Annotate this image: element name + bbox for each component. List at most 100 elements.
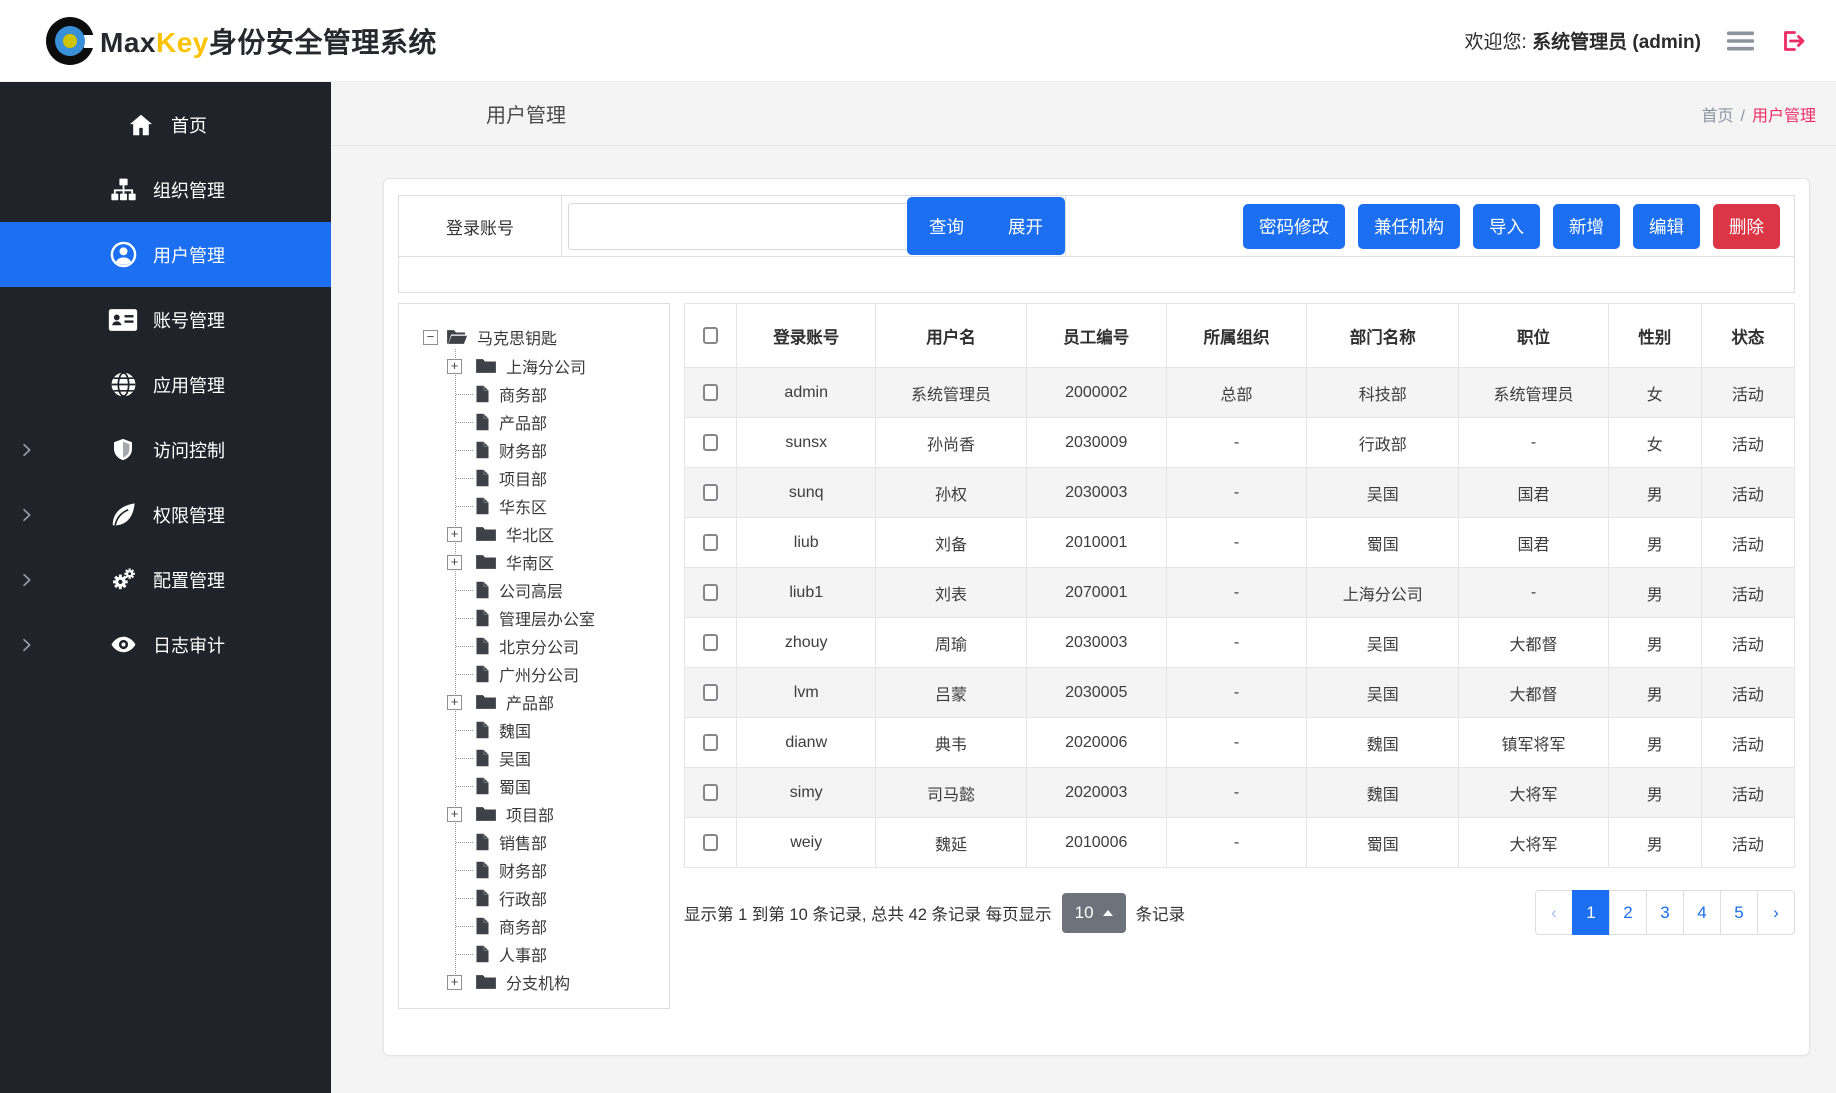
- breadcrumb-home[interactable]: 首页: [1702, 108, 1734, 125]
- tree-node-label: 蜀国: [499, 774, 531, 798]
- brand: MaxKey身份安全管理系统: [46, 17, 437, 65]
- sidebar-item-org[interactable]: 组织管理: [0, 157, 331, 222]
- sidebar-item-home[interactable]: 首页: [0, 92, 331, 157]
- table-cell: -: [1166, 568, 1306, 618]
- tree-node[interactable]: 魏国: [403, 716, 665, 744]
- action-button-编辑[interactable]: 编辑: [1633, 204, 1700, 249]
- page-button-5[interactable]: 5: [1720, 890, 1758, 935]
- expand-toggle-icon[interactable]: +: [447, 527, 462, 542]
- table-cell: 典韦: [876, 718, 1026, 768]
- query-button[interactable]: 查询: [907, 197, 986, 255]
- tree-node[interactable]: 产品部: [403, 408, 665, 436]
- table-cell: 男: [1608, 768, 1701, 818]
- tree-root-node[interactable]: −马克思钥匙: [403, 322, 665, 352]
- tree-node[interactable]: 项目部: [403, 464, 665, 492]
- tree-node[interactable]: 吴国: [403, 744, 665, 772]
- row-checkbox[interactable]: [703, 734, 718, 751]
- action-button-密码修改[interactable]: 密码修改: [1243, 204, 1345, 249]
- row-checkbox[interactable]: [703, 834, 718, 851]
- sidebar-item-perm[interactable]: 权限管理: [0, 482, 331, 547]
- search-input[interactable]: [568, 203, 908, 250]
- breadcrumb-current[interactable]: 用户管理: [1752, 108, 1816, 125]
- action-button-新增[interactable]: 新增: [1553, 204, 1620, 249]
- tree-node[interactable]: 行政部: [403, 884, 665, 912]
- table-cell: 活动: [1701, 768, 1794, 818]
- breadcrumb: 首页/用户管理: [1702, 102, 1816, 126]
- logout-icon[interactable]: [1780, 29, 1806, 53]
- tree-node[interactable]: 管理层办公室: [403, 604, 665, 632]
- sidebar-item-access[interactable]: 访问控制: [0, 417, 331, 482]
- page-button-1[interactable]: 1: [1572, 890, 1610, 935]
- tree-node[interactable]: 商务部: [403, 380, 665, 408]
- table-cell: 行政部: [1307, 418, 1459, 468]
- table-row[interactable]: simy司马懿2020003-魏国大将军男活动: [685, 768, 1795, 818]
- expand-toggle-icon[interactable]: +: [447, 975, 462, 990]
- row-checkbox[interactable]: [703, 384, 718, 401]
- tree-node[interactable]: 财务部: [403, 856, 665, 884]
- sidebar-item-app[interactable]: 应用管理: [0, 352, 331, 417]
- table-row[interactable]: weiy魏延2010006-蜀国大将军男活动: [685, 818, 1795, 868]
- sidebar-item-account[interactable]: 账号管理: [0, 287, 331, 352]
- expand-toggle-icon[interactable]: +: [447, 807, 462, 822]
- tree-node[interactable]: +项目部: [403, 800, 665, 828]
- tree-node[interactable]: 财务部: [403, 436, 665, 464]
- page-size-dropdown[interactable]: 10: [1062, 893, 1126, 933]
- page-button-3[interactable]: 3: [1646, 890, 1684, 935]
- next-page-button[interactable]: ›: [1757, 890, 1795, 935]
- tree-node[interactable]: 人事部: [403, 940, 665, 968]
- tree-node-label: 北京分公司: [499, 634, 579, 658]
- select-all-checkbox[interactable]: [703, 327, 718, 344]
- page-button-4[interactable]: 4: [1683, 890, 1721, 935]
- tree-node[interactable]: 广州分公司: [403, 660, 665, 688]
- org-tree-panel: −马克思钥匙+上海分公司商务部产品部财务部项目部华东区+华北区+华南区公司高层管…: [398, 303, 670, 1009]
- table-cell: 大将军: [1459, 768, 1608, 818]
- row-checkbox[interactable]: [703, 684, 718, 701]
- tree-node[interactable]: +华北区: [403, 520, 665, 548]
- tree-node[interactable]: +上海分公司: [403, 352, 665, 380]
- action-button-兼任机构[interactable]: 兼任机构: [1358, 204, 1460, 249]
- table-cell: 活动: [1701, 518, 1794, 568]
- tree-node[interactable]: 公司高层: [403, 576, 665, 604]
- tree-node[interactable]: 商务部: [403, 912, 665, 940]
- row-checkbox[interactable]: [703, 634, 718, 651]
- table-row[interactable]: liub1刘表2070001-上海分公司-男活动: [685, 568, 1795, 618]
- table-row[interactable]: liub刘备2010001-蜀国国君男活动: [685, 518, 1795, 568]
- expand-button[interactable]: 展开: [986, 197, 1065, 255]
- welcome-prefix: 欢迎您:: [1465, 32, 1527, 53]
- expand-toggle-icon[interactable]: +: [447, 695, 462, 710]
- table-row[interactable]: zhouy周瑜2030003-吴国大都督男活动: [685, 618, 1795, 668]
- page-button-2[interactable]: 2: [1609, 890, 1647, 935]
- action-button-删除[interactable]: 删除: [1713, 204, 1780, 249]
- table-row[interactable]: dianw典韦2020006-魏国镇军将军男活动: [685, 718, 1795, 768]
- menu-toggle-icon[interactable]: [1727, 31, 1754, 51]
- tree-node[interactable]: + 分支机构: [403, 968, 665, 996]
- row-checkbox[interactable]: [703, 784, 718, 801]
- tree-node[interactable]: +产品部: [403, 688, 665, 716]
- sidebar-item-audit[interactable]: 日志审计: [0, 612, 331, 677]
- sidebar-item-config[interactable]: 配置管理: [0, 547, 331, 612]
- table-row[interactable]: sunsx孙尚香2030009-行政部-女活动: [685, 418, 1795, 468]
- table-row[interactable]: admin系统管理员2000002总部科技部系统管理员女活动: [685, 368, 1795, 418]
- table-cell: 吴国: [1307, 668, 1459, 718]
- row-checkbox[interactable]: [703, 484, 718, 501]
- row-checkbox[interactable]: [703, 584, 718, 601]
- table-cell: weiy: [737, 818, 876, 868]
- tree-node[interactable]: +华南区: [403, 548, 665, 576]
- tree-node[interactable]: 北京分公司: [403, 632, 665, 660]
- row-checkbox[interactable]: [703, 434, 718, 451]
- row-checkbox[interactable]: [703, 534, 718, 551]
- tree-node-label: 分支机构: [506, 970, 570, 994]
- expand-toggle-icon[interactable]: +: [447, 359, 462, 374]
- sidebar-item-user[interactable]: 用户管理: [0, 222, 331, 287]
- tree-node[interactable]: 销售部: [403, 828, 665, 856]
- expand-toggle-icon[interactable]: +: [447, 555, 462, 570]
- table-row[interactable]: sunq孙权2030003-吴国国君男活动: [685, 468, 1795, 518]
- table-cell: -: [1166, 468, 1306, 518]
- tree-node[interactable]: 华东区: [403, 492, 665, 520]
- tree-node[interactable]: 蜀国: [403, 772, 665, 800]
- action-button-导入[interactable]: 导入: [1473, 204, 1540, 249]
- table-cell: 活动: [1701, 618, 1794, 668]
- table-row[interactable]: lvm吕蒙2030005-吴国大都督男活动: [685, 668, 1795, 718]
- prev-page-button[interactable]: ‹: [1535, 890, 1573, 935]
- collapse-toggle-icon[interactable]: −: [423, 330, 438, 345]
